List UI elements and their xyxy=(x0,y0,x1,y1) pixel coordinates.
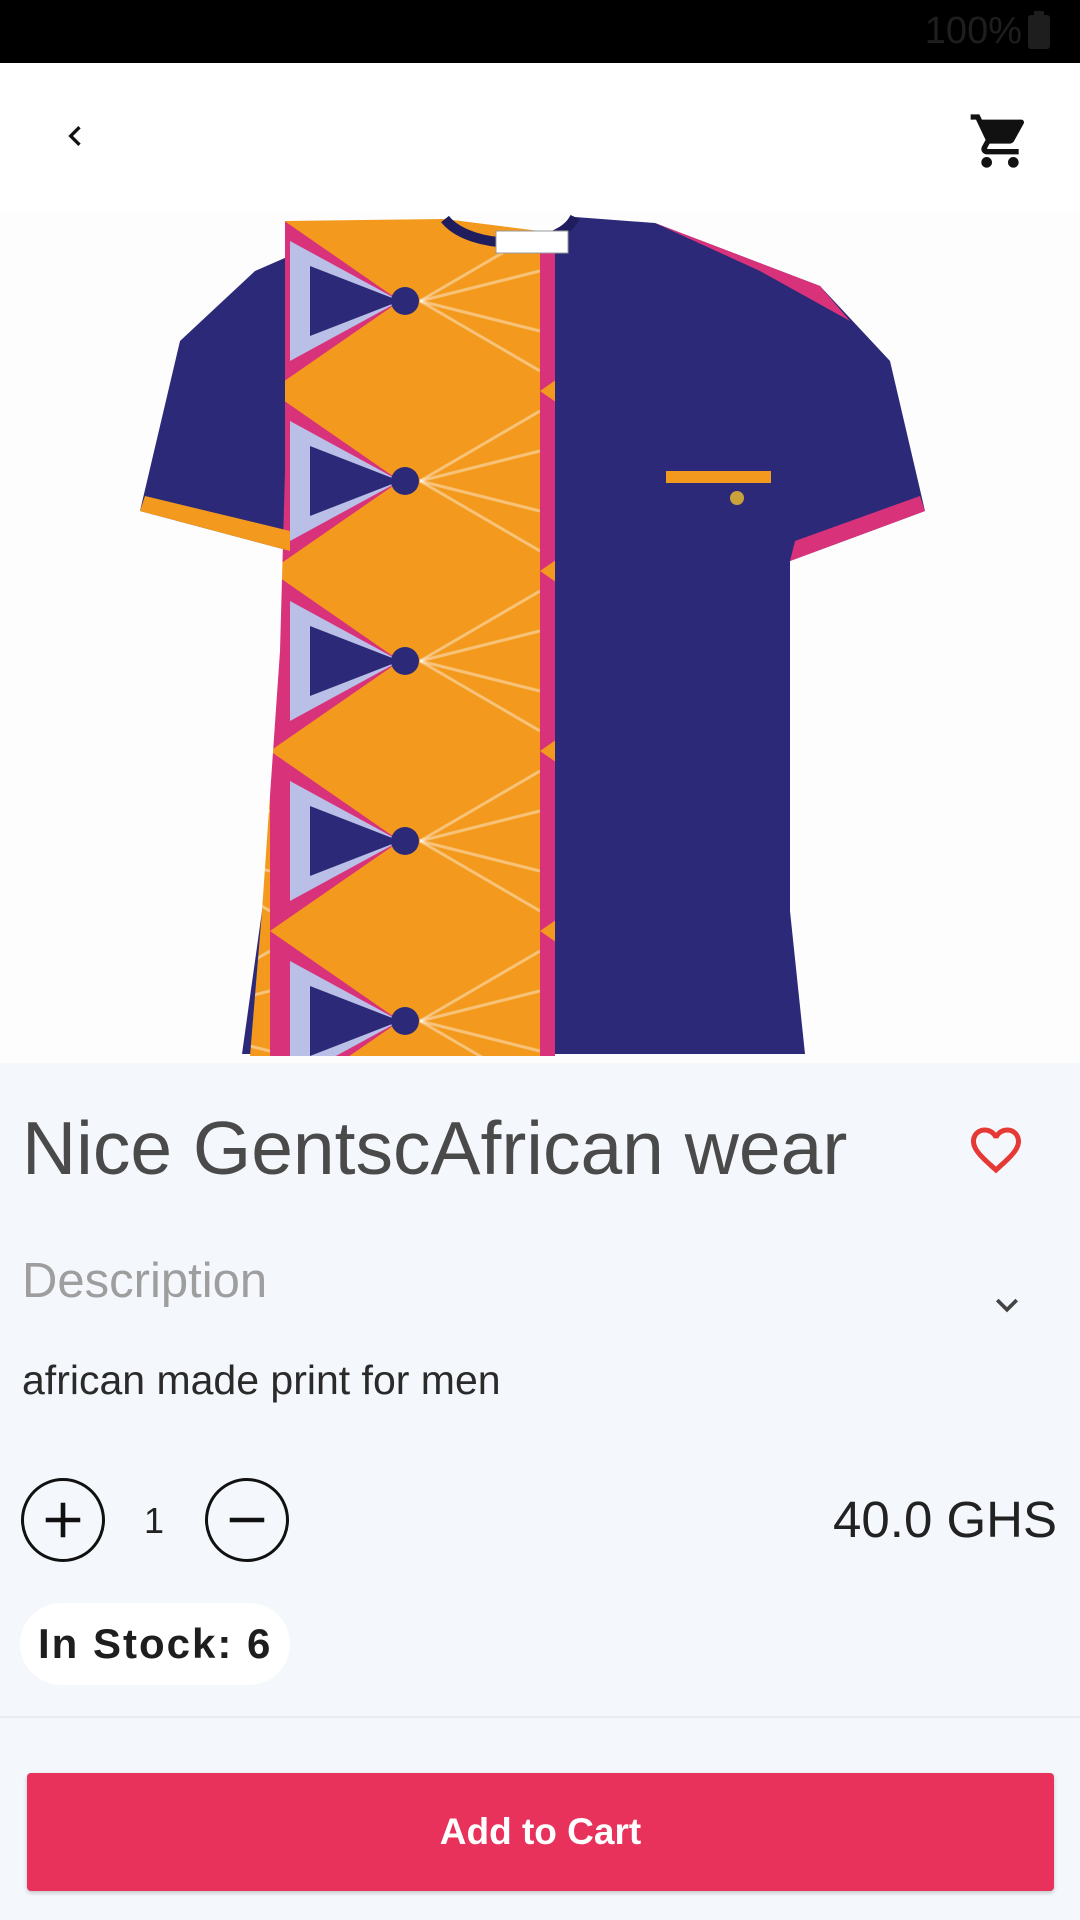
status-bar: 100% xyxy=(0,0,1080,63)
battery-indicator: 100% xyxy=(925,10,1050,53)
battery-icon xyxy=(1028,10,1050,49)
chevron-down-icon xyxy=(996,1298,1018,1313)
quantity-value: 1 xyxy=(143,1500,165,1541)
add-to-cart-button[interactable]: Add to Cart xyxy=(27,1773,1054,1891)
favorite-button[interactable] xyxy=(962,1116,1030,1184)
battery-percentage: 100% xyxy=(924,10,1022,52)
product-price: 40.0 GHS xyxy=(833,1491,1057,1548)
cart-button[interactable] xyxy=(960,101,1040,181)
product-title: Nice GentscAfrican wear xyxy=(22,1106,848,1190)
minus-icon xyxy=(229,1517,265,1523)
shopping-cart-icon xyxy=(970,114,1025,168)
divider xyxy=(0,1716,1080,1718)
stock-badge: In Stock: 6 xyxy=(20,1603,291,1685)
plus-icon xyxy=(45,1502,81,1538)
back-button[interactable] xyxy=(40,101,110,171)
description-heading: Description xyxy=(22,1254,268,1308)
quantity-decrease-button[interactable] xyxy=(205,1478,289,1562)
description-text: african made print for men xyxy=(22,1357,501,1403)
app-bar xyxy=(0,63,1080,211)
heart-outline-icon xyxy=(971,1127,1021,1174)
stock-label: In Stock: 6 xyxy=(38,1620,273,1667)
description-expand-button[interactable] xyxy=(982,1280,1032,1330)
product-image xyxy=(0,211,1080,1063)
chevron-left-icon xyxy=(68,126,81,146)
quantity-increase-button[interactable] xyxy=(21,1478,105,1562)
